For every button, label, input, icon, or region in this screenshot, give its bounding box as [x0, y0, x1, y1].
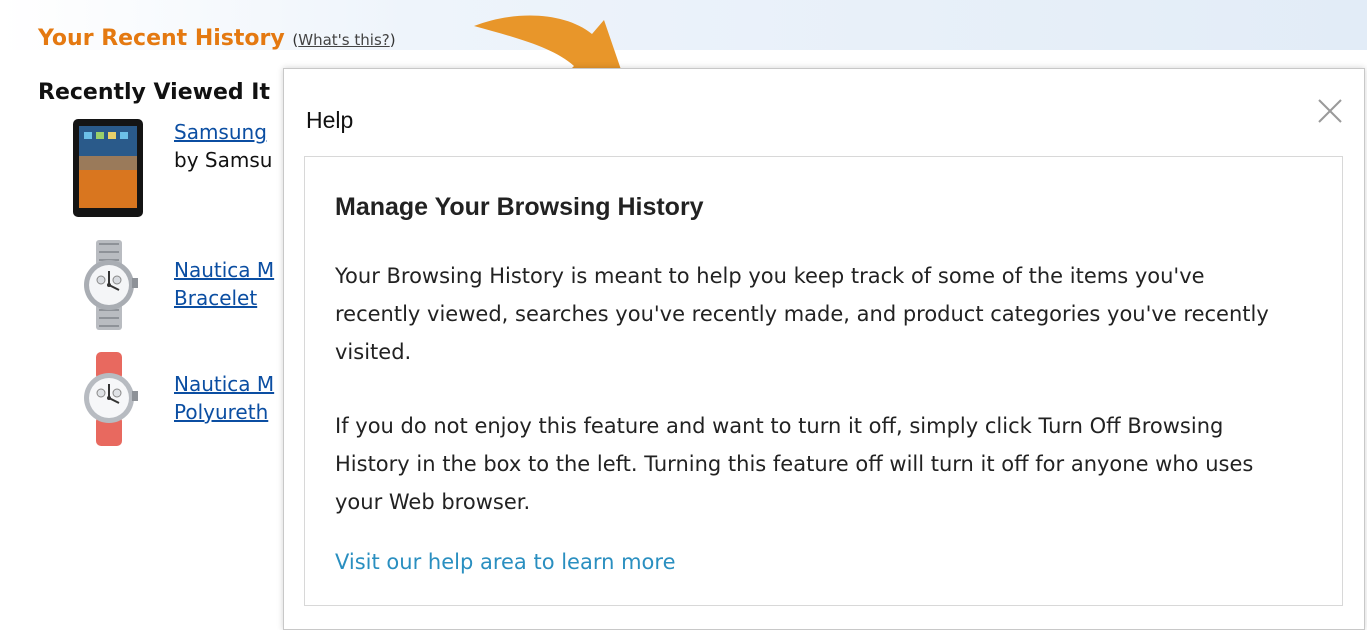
paren-close: )	[389, 31, 396, 49]
help-popover: Help Manage Your Browsing History Your B…	[283, 68, 1365, 630]
section-title-text: Your Recent History	[38, 26, 285, 51]
recently-viewed-title: Recently Viewed It	[38, 80, 270, 105]
watch-thumbnail[interactable]	[70, 238, 150, 334]
item-link-line2[interactable]: Polyureth	[174, 400, 268, 424]
help-area-link[interactable]: Visit our help area to learn more	[335, 550, 676, 574]
whats-this-wrapper: (What's this?)	[292, 31, 395, 49]
watch-thumbnail[interactable]	[70, 350, 150, 448]
popover-title: Help	[306, 107, 354, 133]
item-link[interactable]: Nautica M	[174, 258, 274, 282]
item-byline: by Samsu	[174, 148, 273, 172]
item-link[interactable]: Nautica M	[174, 372, 274, 396]
help-content-box: Manage Your Browsing History Your Browsi…	[304, 156, 1343, 606]
tablet-thumbnail[interactable]	[70, 118, 150, 218]
section-title: Your Recent History (What's this?)	[38, 26, 396, 51]
item-link-line2[interactable]: Bracelet	[174, 286, 257, 310]
whats-this-link[interactable]: What's this?	[298, 31, 389, 49]
help-paragraph: Your Browsing History is meant to help y…	[335, 264, 1269, 364]
help-paragraph: If you do not enjoy this feature and wan…	[335, 414, 1254, 514]
close-icon[interactable]	[1314, 95, 1346, 127]
help-heading: Manage Your Browsing History	[335, 193, 704, 221]
item-link[interactable]: Samsung	[174, 120, 267, 144]
